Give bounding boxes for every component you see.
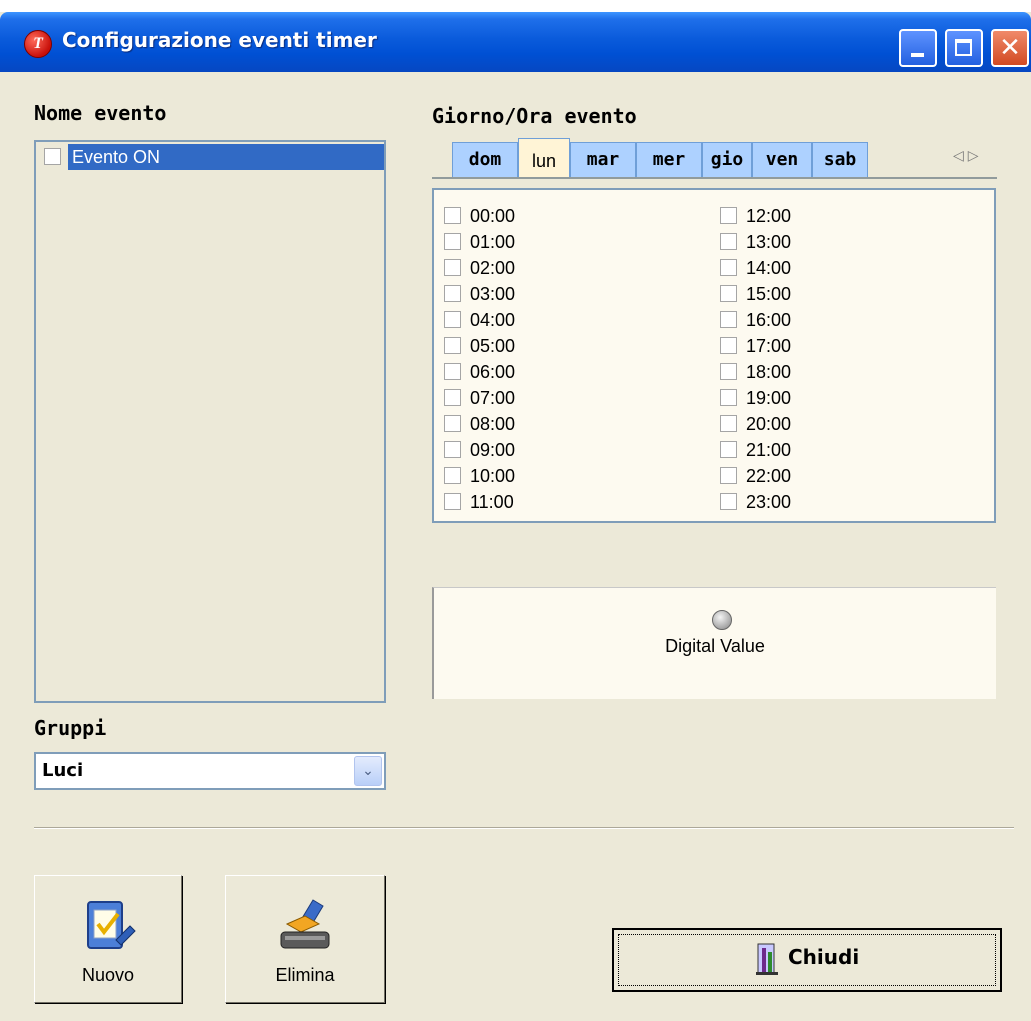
hour-label: 03:00 bbox=[470, 284, 516, 304]
checkbox[interactable] bbox=[720, 389, 737, 406]
hour-label: 11:00 bbox=[470, 492, 514, 512]
checkbox[interactable] bbox=[720, 415, 737, 432]
hour-label: 15:00 bbox=[746, 284, 792, 304]
hour-label: 08:00 bbox=[470, 414, 516, 434]
hour-label: 21:00 bbox=[746, 440, 792, 460]
checkbox[interactable] bbox=[720, 337, 737, 354]
exit-door-icon bbox=[756, 943, 778, 975]
checkbox[interactable] bbox=[444, 363, 461, 380]
hour-checkbox-panel: 00:00 01:00 02:00 03:00 04:00 05:00 06:0… bbox=[432, 188, 996, 523]
checkbox[interactable] bbox=[720, 259, 737, 276]
checkbox[interactable] bbox=[444, 441, 461, 458]
tab-mer[interactable]: mer bbox=[636, 142, 702, 178]
close-window-button[interactable]: ✕ bbox=[991, 29, 1029, 67]
digital-value-panel: Digital Value bbox=[432, 587, 996, 699]
hour-label: 20:00 bbox=[746, 414, 792, 434]
hour-label: 07:00 bbox=[470, 388, 516, 408]
groups-dropdown[interactable]: Luci ⌄ bbox=[34, 752, 386, 790]
hour-label: 06:00 bbox=[470, 362, 516, 382]
eraser-icon bbox=[280, 899, 330, 949]
tab-sab[interactable]: sab bbox=[812, 142, 868, 178]
hour-label: 04:00 bbox=[470, 310, 516, 330]
checkbox[interactable] bbox=[444, 233, 461, 250]
checkbox[interactable] bbox=[720, 363, 737, 380]
tab-scroll-arrows[interactable]: ◁▷ bbox=[953, 148, 983, 164]
checkbox[interactable] bbox=[444, 389, 461, 406]
tab-gio[interactable]: gio bbox=[702, 142, 752, 178]
close-button[interactable]: Chiudi bbox=[612, 928, 1002, 992]
hour-label: 14:00 bbox=[746, 258, 792, 278]
hour-label: 17:00 bbox=[746, 336, 792, 356]
groups-selected-value: Luci bbox=[42, 760, 84, 781]
tab-ven[interactable]: ven bbox=[752, 142, 812, 178]
minimize-icon bbox=[911, 53, 924, 57]
day-time-label: Giorno/Ora evento bbox=[432, 104, 637, 128]
new-document-icon bbox=[87, 901, 136, 949]
new-button-label: Nuovo bbox=[81, 965, 135, 985]
checkbox[interactable] bbox=[720, 285, 737, 302]
checkbox[interactable] bbox=[444, 259, 461, 276]
led-indicator-icon bbox=[712, 610, 732, 630]
checkbox[interactable] bbox=[444, 207, 461, 224]
scroll-right-icon[interactable]: ▷ bbox=[968, 148, 983, 164]
groups-label: Gruppi bbox=[34, 716, 107, 740]
hour-label: 10:00 bbox=[470, 466, 516, 486]
event-checkbox[interactable] bbox=[44, 148, 61, 165]
list-item[interactable]: Evento ON bbox=[40, 144, 384, 170]
hour-label: 13:00 bbox=[746, 232, 792, 252]
hour-label: 00:00 bbox=[470, 206, 516, 226]
tab-divider bbox=[432, 177, 997, 179]
hour-label: 16:00 bbox=[746, 310, 792, 330]
hour-label: 02:00 bbox=[470, 258, 516, 278]
hour-label: 19:00 bbox=[746, 388, 792, 408]
hour-label: 22:00 bbox=[746, 466, 792, 486]
maximize-button[interactable] bbox=[945, 29, 983, 67]
checkbox[interactable] bbox=[444, 493, 461, 510]
checkbox[interactable] bbox=[720, 311, 737, 328]
close-icon: ✕ bbox=[999, 33, 1021, 63]
checkbox[interactable] bbox=[720, 441, 737, 458]
checkbox[interactable] bbox=[720, 493, 737, 510]
hour-label: 05:00 bbox=[470, 336, 516, 356]
title-bar[interactable]: T Configurazione eventi timer ✕ bbox=[0, 12, 1031, 72]
hour-label: 18:00 bbox=[746, 362, 792, 382]
maximize-icon bbox=[955, 39, 972, 56]
hour-label: 12:00 bbox=[746, 206, 792, 226]
checkbox[interactable] bbox=[720, 467, 737, 484]
checkbox[interactable] bbox=[720, 207, 737, 224]
close-button-label: Chiudi bbox=[788, 945, 860, 969]
tab-mar[interactable]: mar bbox=[570, 142, 636, 178]
delete-button-label: Elimina bbox=[275, 965, 335, 985]
checkbox[interactable] bbox=[444, 285, 461, 302]
chevron-down-icon[interactable]: ⌄ bbox=[354, 756, 382, 786]
event-list[interactable]: Evento ON bbox=[34, 140, 386, 703]
digital-value-label: Digital Value bbox=[665, 636, 765, 656]
tab-dom[interactable]: dom bbox=[452, 142, 518, 178]
minimize-button[interactable] bbox=[899, 29, 937, 67]
event-item-label: Evento ON bbox=[68, 144, 384, 170]
tab-lun[interactable]: lun bbox=[518, 138, 570, 179]
hour-label: 23:00 bbox=[746, 492, 792, 512]
checkbox[interactable] bbox=[444, 415, 461, 432]
window-title: Configurazione eventi timer bbox=[62, 28, 377, 52]
timer-config-window: T Configurazione eventi timer ✕ Nome eve… bbox=[0, 12, 1031, 1021]
new-button[interactable]: Nuovo bbox=[34, 875, 182, 1003]
hour-label: 09:00 bbox=[470, 440, 516, 460]
hour-label: 01:00 bbox=[470, 232, 516, 252]
app-logo-icon: T bbox=[24, 30, 52, 58]
checkbox[interactable] bbox=[444, 311, 461, 328]
scroll-left-icon[interactable]: ◁ bbox=[953, 148, 968, 164]
checkbox[interactable] bbox=[444, 467, 461, 484]
checkbox[interactable] bbox=[720, 233, 737, 250]
checkbox[interactable] bbox=[444, 337, 461, 354]
delete-button[interactable]: Elimina bbox=[225, 875, 385, 1003]
divider bbox=[34, 827, 1014, 829]
event-name-label: Nome evento bbox=[34, 101, 167, 125]
